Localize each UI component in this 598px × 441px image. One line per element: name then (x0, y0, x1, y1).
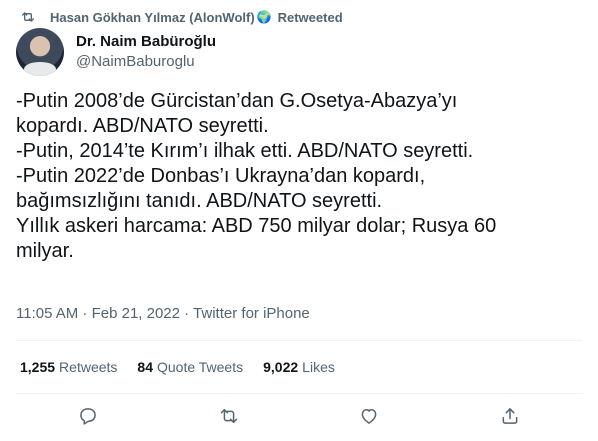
divider (16, 340, 582, 341)
share-icon (502, 408, 518, 424)
author-handle[interactable]: @NaimBaburoglu (76, 52, 216, 72)
reply-button[interactable] (76, 404, 100, 428)
retweet-header: Hasan Gökhan Yılmaz (AlonWolf) 🌍 Retweet… (20, 9, 343, 25)
retweets-label: Retweets (59, 359, 118, 375)
tweet-line: milyar. (16, 240, 74, 262)
quote-tweets-stat[interactable]: 84 Quote Tweets (137, 359, 243, 375)
retweets-stat[interactable]: 1,255 Retweets (20, 359, 117, 375)
tweet-line: -Putin, 2014’te Kırım’ı ilhak etti. ABD/… (16, 140, 474, 162)
tweet-text: -Putin 2008’de Gürcistan’dan G.Osetya-Ab… (16, 89, 582, 264)
tweet-line: bağımsızlığını tanıdı. ABD/NATO seyretti… (16, 190, 383, 212)
quote-tweets-label: Quote Tweets (156, 359, 244, 375)
reply-icon (80, 408, 96, 425)
retweet-icon (22, 12, 34, 22)
likes-stat[interactable]: 9,022 Likes (263, 359, 335, 375)
author-display-name[interactable]: Dr. Naim Babüroğlu (76, 32, 216, 52)
heart-icon (361, 409, 377, 424)
divider (16, 393, 582, 394)
retweeter-name[interactable]: Hasan Gökhan Yılmaz (AlonWolf) (50, 10, 255, 25)
retweet-button[interactable] (217, 404, 241, 428)
likes-count: 9,022 (263, 359, 299, 375)
retweets-count: 1,255 (20, 359, 56, 375)
tweet-stats: 1,255 Retweets 84 Quote Tweets 9,022 Likes (20, 359, 355, 375)
quote-tweets-count: 84 (137, 359, 153, 375)
like-button[interactable] (357, 404, 381, 428)
tweet-timestamp[interactable]: 11:05 AM · Feb 21, 2022 · Twitter for iP… (16, 305, 310, 322)
tweet-line: Yıllık askeri harcama: ABD 750 milyar do… (16, 215, 497, 237)
tweet-line: -Putin 2022’de Donbas’ı Ukrayna’dan kopa… (16, 165, 426, 187)
tweet-line: -Putin 2008’de Gürcistan’dan G.Osetya-Ab… (16, 90, 458, 112)
likes-label: Likes (302, 359, 335, 375)
retweet-icon (220, 409, 238, 423)
share-button[interactable] (498, 404, 522, 428)
avatar[interactable] (16, 28, 64, 76)
tweet-author[interactable]: Dr. Naim Babüroğlu @NaimBaburoglu (16, 28, 216, 76)
retweeted-label: Retweeted (277, 9, 343, 25)
globe-emoji: 🌍 (256, 10, 272, 24)
tweet-actions (0, 396, 598, 436)
tweet-line: kopardı. ABD/NATO seyretti. (16, 115, 269, 137)
